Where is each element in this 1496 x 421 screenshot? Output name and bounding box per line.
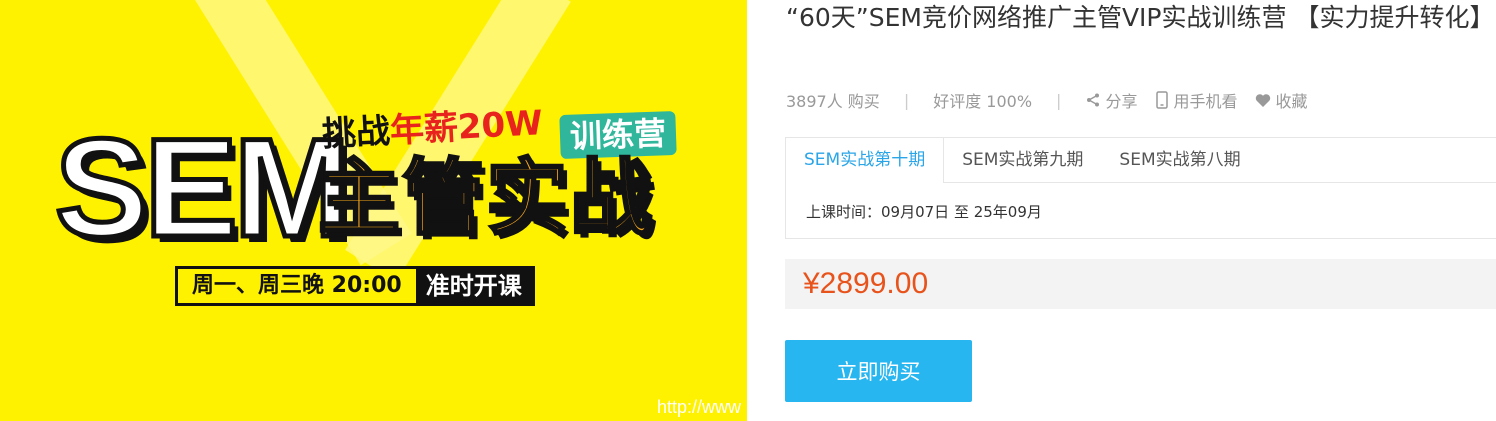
- meta-divider: |: [903, 90, 910, 110]
- tab-session-8[interactable]: SEM实战第八期: [1101, 138, 1258, 182]
- favorite-label: 收藏: [1275, 92, 1308, 111]
- mobile-view-label: 用手机看: [1173, 92, 1238, 111]
- share-link[interactable]: 分享: [1085, 88, 1137, 112]
- class-schedule-text: 上课时间：09月07日 至 25年09月: [806, 203, 1042, 221]
- mobile-view-link[interactable]: 用手机看: [1155, 88, 1237, 112]
- phone-icon: [1156, 91, 1169, 109]
- rating-text: 好评度 100%: [933, 92, 1033, 111]
- session-tabs: SEM实战第十期 SEM实战第九期 SEM实战第八期: [786, 138, 1259, 183]
- banner-sem-text: SEM: [52, 109, 352, 266]
- share-label: 分享: [1105, 92, 1138, 111]
- banner-challenge-part2: 年薪20W: [389, 103, 544, 152]
- heart-icon: [1256, 93, 1271, 107]
- banner-challenge-part1: 挑战: [321, 111, 392, 155]
- buy-now-button[interactable]: 立即购买: [785, 340, 972, 402]
- banner-schedule-open: 准时开课: [415, 269, 532, 303]
- banner-challenge-text: 挑战年薪20W: [321, 103, 544, 155]
- tab-session-9[interactable]: SEM实战第九期: [944, 138, 1101, 182]
- product-title: “60天”SEM竞价网络推广主管VIP实战训练营 【实力提升转化】: [786, 3, 1495, 32]
- banner-watermark: http://www: [657, 397, 742, 417]
- buyer-count: 3897人 购买: [786, 92, 880, 111]
- banner-schedule: 周一、周三晚 20:00 准时开课: [175, 266, 535, 306]
- course-banner-image: SEM 挑战年薪20W 训练营 主管实战 周一、周三晚 20:00 准时开课 h…: [0, 0, 747, 421]
- session-tabs-panel: SEM实战第十期 SEM实战第九期 SEM实战第八期 上课时间：09月07日 至…: [785, 137, 1496, 239]
- share-icon: [1087, 93, 1100, 107]
- banner-schedule-time: 周一、周三晚 20:00: [178, 269, 416, 303]
- price-value: ¥2899.00: [803, 267, 929, 300]
- favorite-link[interactable]: 收藏: [1255, 88, 1307, 112]
- product-meta-row: 3897人 购买 | 好评度 100% | 分享 用手机看 收藏: [786, 87, 1325, 113]
- meta-divider: |: [1056, 90, 1062, 110]
- banner-main-title: 主管实战: [316, 151, 655, 246]
- product-page: SEM 挑战年薪20W 训练营 主管实战 周一、周三晚 20:00 准时开课 h…: [0, 0, 1496, 421]
- price-bar: ¥2899.00: [785, 259, 1496, 309]
- tab-session-10[interactable]: SEM实战第十期: [786, 138, 945, 183]
